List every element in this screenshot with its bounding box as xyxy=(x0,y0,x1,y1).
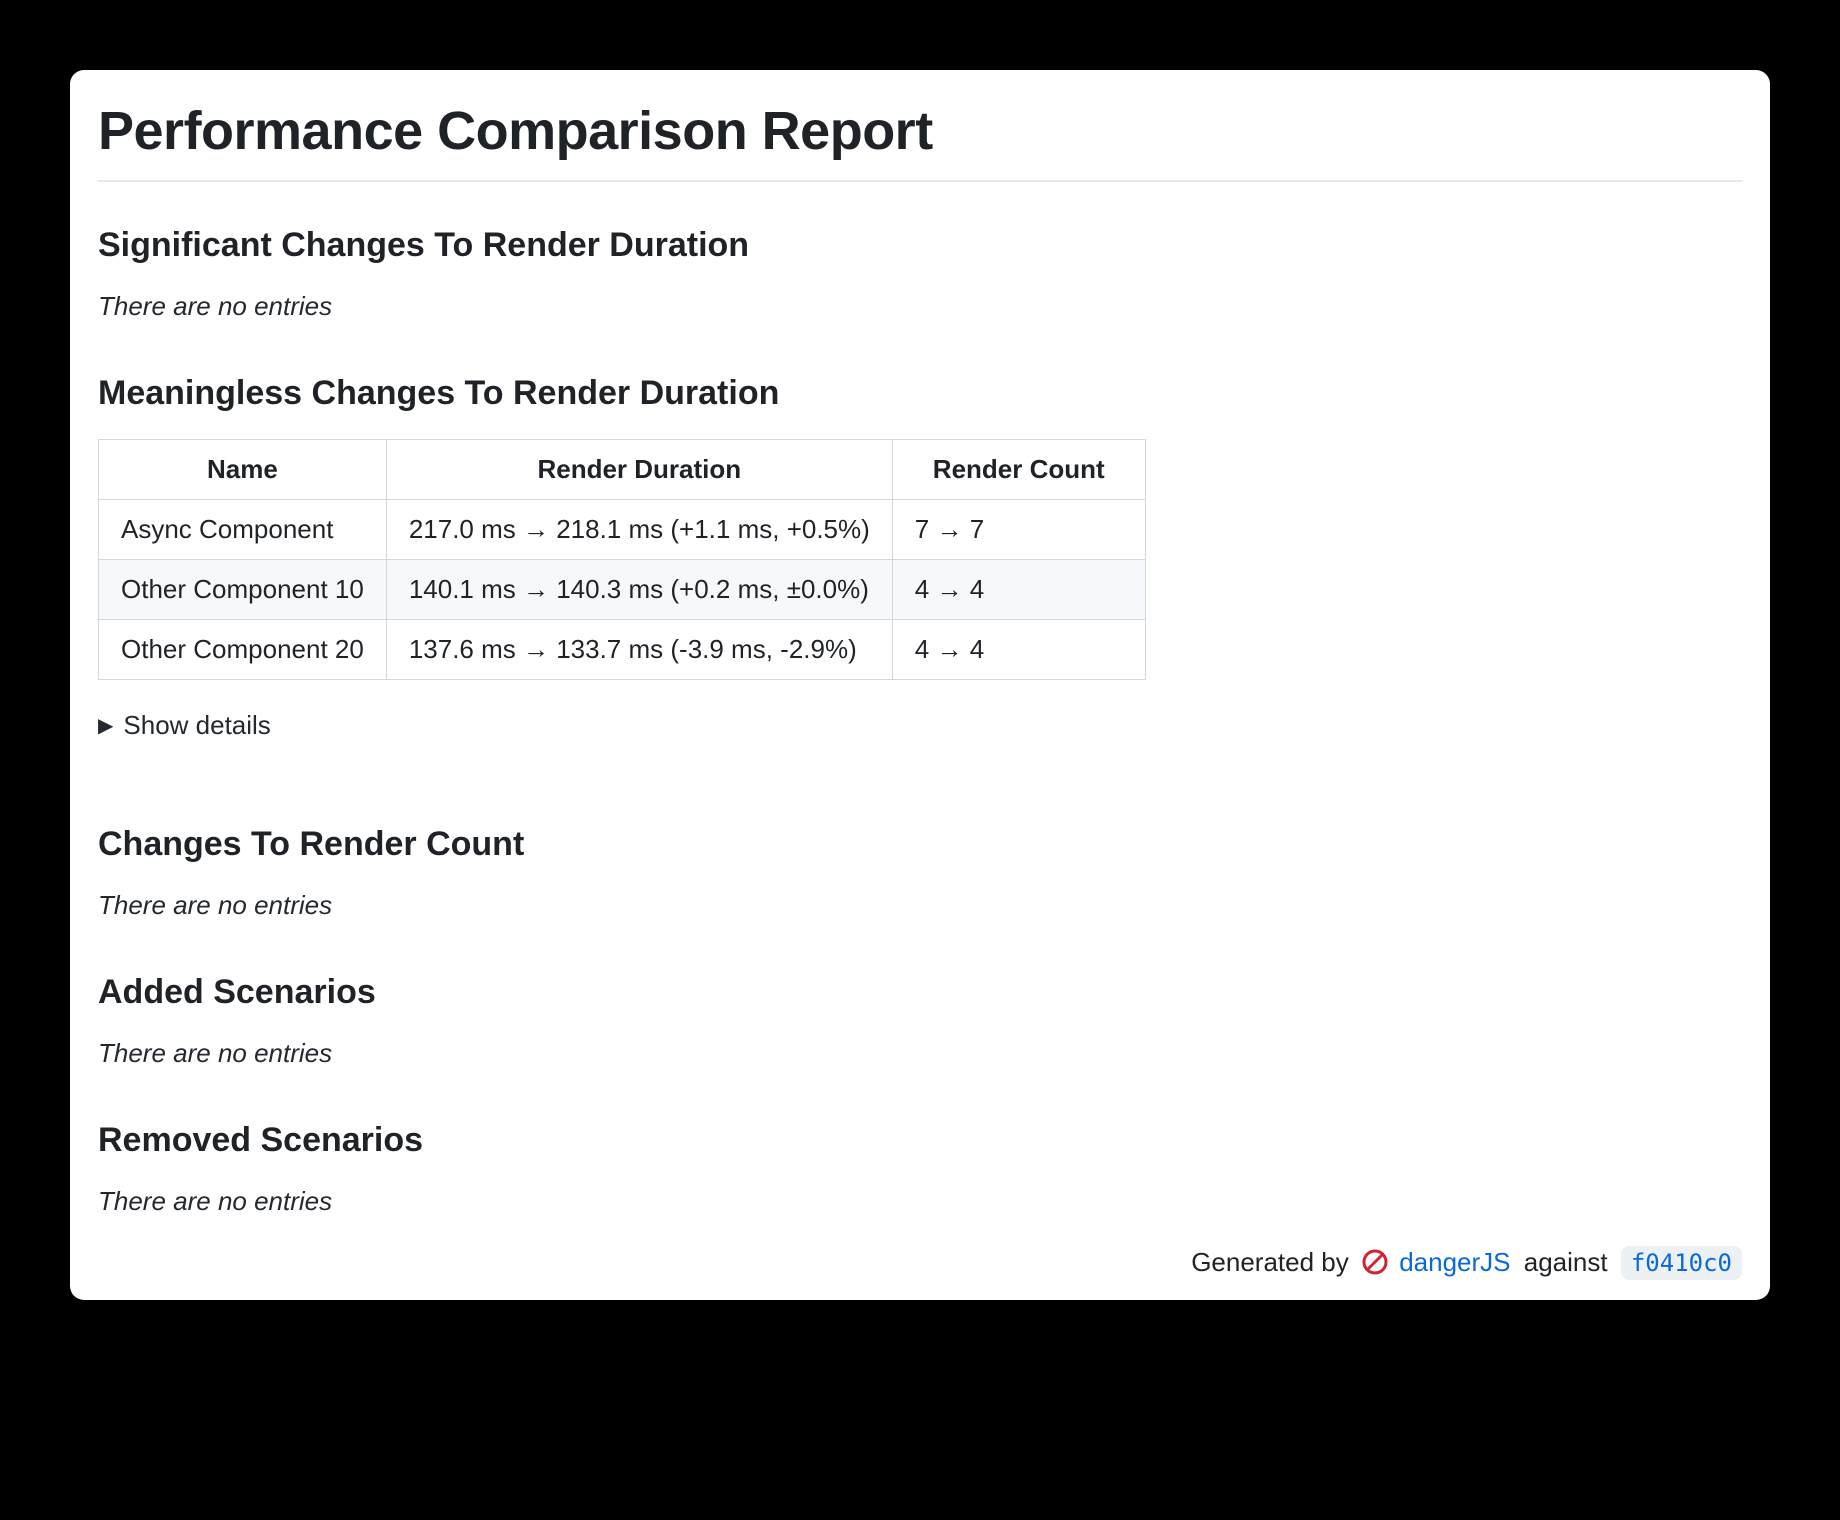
section-significant: Significant Changes To Render Duration T… xyxy=(98,226,1742,322)
cell-count: 4 → 4 xyxy=(892,560,1145,620)
cell-count: 7 → 7 xyxy=(892,500,1145,560)
section-render-count-heading: Changes To Render Count xyxy=(98,825,1742,864)
table-row: Async Component 217.0 ms → 218.1 ms (+1.… xyxy=(99,500,1146,560)
cell-duration: 140.1 ms → 140.3 ms (+0.2 ms, ±0.0%) xyxy=(386,560,892,620)
cell-name: Other Component 10 xyxy=(99,560,387,620)
section-removed: Removed Scenarios There are no entries xyxy=(98,1121,1742,1217)
section-significant-empty: There are no entries xyxy=(98,291,1742,322)
disclosure-triangle-icon: ▶ xyxy=(98,716,113,736)
report-card: Performance Comparison Report Significan… xyxy=(70,70,1770,1300)
footer-against: against xyxy=(1524,1247,1608,1277)
table-row: Other Component 20 137.6 ms → 133.7 ms (… xyxy=(99,620,1146,680)
commit-hash[interactable]: f0410c0 xyxy=(1621,1246,1742,1280)
section-removed-heading: Removed Scenarios xyxy=(98,1121,1742,1160)
table-header-row: Name Render Duration Render Count xyxy=(99,440,1146,500)
section-meaningless-heading: Meaningless Changes To Render Duration xyxy=(98,374,1742,413)
section-removed-empty: There are no entries xyxy=(98,1186,1742,1217)
no-entry-icon xyxy=(1362,1249,1388,1275)
footer-generated-by: Generated by xyxy=(1191,1247,1349,1277)
section-render-count-empty: There are no entries xyxy=(98,890,1742,921)
cell-duration: 217.0 ms → 218.1 ms (+1.1 ms, +0.5%) xyxy=(386,500,892,560)
footer: Generated by dangerJS against f0410c0 xyxy=(98,1247,1742,1278)
dangerjs-link[interactable]: dangerJS xyxy=(1399,1247,1510,1277)
show-details-label: Show details xyxy=(123,710,270,741)
section-meaningless: Meaningless Changes To Render Duration N… xyxy=(98,374,1742,789)
cell-name: Other Component 20 xyxy=(99,620,387,680)
col-name: Name xyxy=(99,440,387,500)
section-added-empty: There are no entries xyxy=(98,1038,1742,1069)
section-added: Added Scenarios There are no entries xyxy=(98,973,1742,1069)
section-added-heading: Added Scenarios xyxy=(98,973,1742,1012)
section-significant-heading: Significant Changes To Render Duration xyxy=(98,226,1742,265)
col-count: Render Count xyxy=(892,440,1145,500)
cell-count: 4 → 4 xyxy=(892,620,1145,680)
meaningless-table: Name Render Duration Render Count Async … xyxy=(98,439,1146,680)
page-title: Performance Comparison Report xyxy=(98,100,1742,162)
cell-duration: 137.6 ms → 133.7 ms (-3.9 ms, -2.9%) xyxy=(386,620,892,680)
title-divider xyxy=(98,180,1742,182)
table-row: Other Component 10 140.1 ms → 140.3 ms (… xyxy=(99,560,1146,620)
col-duration: Render Duration xyxy=(386,440,892,500)
cell-name: Async Component xyxy=(99,500,387,560)
section-render-count: Changes To Render Count There are no ent… xyxy=(98,825,1742,921)
show-details-toggle[interactable]: ▶ Show details xyxy=(98,710,271,741)
